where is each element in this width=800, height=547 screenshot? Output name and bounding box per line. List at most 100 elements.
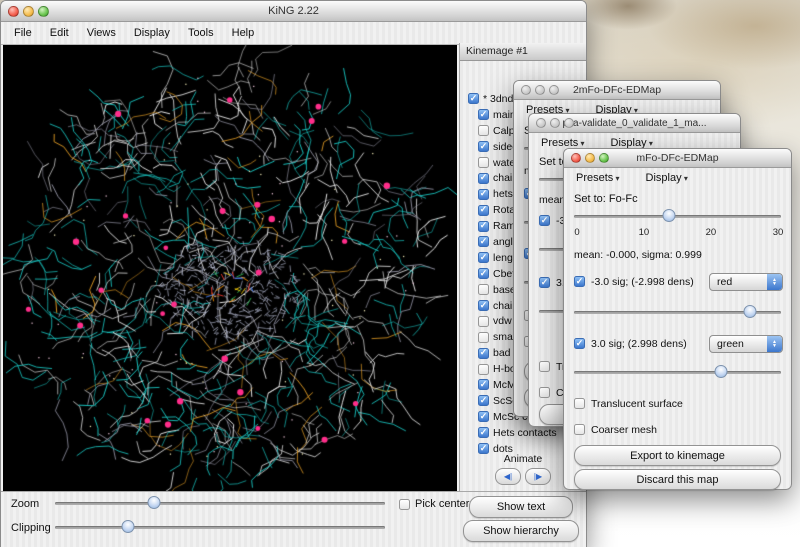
window-title: mFo-DFc-EDMap <box>636 152 718 164</box>
edmap-back-titlebar[interactable]: 2mFo-DFc-EDMap <box>514 81 720 100</box>
clipping-slider-track[interactable] <box>55 526 385 529</box>
king-titlebar[interactable]: KiNG 2.22 <box>1 1 586 22</box>
zoom-button[interactable] <box>599 153 609 163</box>
level-slider[interactable] <box>574 209 781 223</box>
minimize-button[interactable] <box>585 153 595 163</box>
sidebar-item-label: Hets contacts <box>493 427 557 439</box>
minimize-button[interactable] <box>550 118 560 128</box>
neg-color-dropdown[interactable]: red <box>709 273 783 291</box>
coarser-checkbox[interactable] <box>539 387 550 398</box>
zoom-label: Zoom <box>11 498 39 510</box>
zoom-button[interactable] <box>549 85 559 95</box>
sidebar-item-checkbox[interactable] <box>478 205 489 216</box>
sidebar-item-checkbox[interactable] <box>478 411 489 422</box>
display-menu[interactable]: Display <box>646 172 688 184</box>
translucent-checkbox[interactable] <box>574 398 585 409</box>
king-window: KiNG 2.22 File Edit Views Display Tools … <box>0 0 587 547</box>
sidebar-item-checkbox[interactable] <box>478 268 489 279</box>
window-title: pka-validate_0_validate_1_ma... <box>563 118 707 129</box>
sidebar-item-checkbox[interactable] <box>478 236 489 247</box>
sidebar-item-checkbox[interactable] <box>478 173 489 184</box>
sidebar-item-checkbox[interactable] <box>478 109 489 120</box>
close-button[interactable] <box>536 118 546 128</box>
menu-file[interactable]: File <box>5 22 41 44</box>
pos-slider-track[interactable] <box>574 371 781 374</box>
close-button[interactable] <box>8 6 19 17</box>
presets-menu[interactable]: Presets <box>576 172 620 184</box>
minimize-button[interactable] <box>535 85 545 95</box>
pos-contour-label: 3.0 sig; (2.998 dens) <box>591 338 687 350</box>
translucent-row: Translucent surface <box>574 395 783 413</box>
sidebar-item-checkbox[interactable] <box>478 141 489 152</box>
zoom-slider-thumb[interactable] <box>148 496 161 509</box>
zoom-button[interactable] <box>564 118 574 128</box>
neg-contour-label: -3.0 sig; (-2.998 dens) <box>591 276 694 288</box>
zoom-slider[interactable] <box>55 496 385 510</box>
sidebar-item-checkbox[interactable] <box>478 157 489 168</box>
minimize-button[interactable] <box>23 6 34 17</box>
pick-center-option[interactable]: Pick center <box>399 498 469 510</box>
pos-color-dropdown[interactable]: green <box>709 335 783 353</box>
sidebar-item-checkbox[interactable] <box>478 379 489 390</box>
sidebar-item-checkbox[interactable] <box>478 395 489 406</box>
animate-prev-button[interactable]: ◀| <box>495 468 521 485</box>
pos-contour-checkbox[interactable] <box>539 277 550 288</box>
sidebar-item-checkbox[interactable] <box>478 332 489 343</box>
edmap-front-titlebar[interactable]: mFo-DFc-EDMap <box>564 149 791 168</box>
animate-next-button[interactable]: |▶ <box>525 468 551 485</box>
neg-contour-row: -3.0 sig; (-2.998 dens) red <box>574 273 783 291</box>
zoom-button[interactable] <box>38 6 49 17</box>
clipping-slider-thumb[interactable] <box>121 520 134 533</box>
pos-slider-thumb[interactable] <box>714 365 727 378</box>
close-button[interactable] <box>521 85 531 95</box>
edmap-middle-titlebar[interactable]: pka-validate_0_validate_1_ma... <box>529 114 740 133</box>
pos-contour-row: 3.0 sig; (2.998 dens) green <box>574 335 783 353</box>
sidebar-item-checkbox[interactable] <box>478 221 489 232</box>
neg-slider-thumb[interactable] <box>743 305 756 318</box>
pick-center-checkbox[interactable] <box>399 499 410 510</box>
coarser-label: Coarser mesh <box>591 424 657 436</box>
zoom-slider-track[interactable] <box>55 502 385 505</box>
sidebar-item-checkbox[interactable] <box>478 427 489 438</box>
neg-contour-checkbox[interactable] <box>574 276 585 287</box>
coarser-checkbox[interactable] <box>574 424 585 435</box>
close-button[interactable] <box>571 153 581 163</box>
neg-level-slider[interactable] <box>574 305 781 319</box>
menu-edit[interactable]: Edit <box>41 22 78 44</box>
sidebar-item-checkbox[interactable] <box>478 252 489 263</box>
export-to-kinemage-button[interactable]: Export to kinemage <box>574 445 781 466</box>
sidebar-item-checkbox[interactable] <box>478 300 489 311</box>
sidebar-item-checkbox[interactable] <box>478 125 489 136</box>
discard-map-button[interactable]: Discard this map <box>574 469 781 490</box>
edmap-window-front: mFo-DFc-EDMap Presets Display Set to: Fo… <box>563 148 792 490</box>
pos-contour-checkbox[interactable] <box>574 338 585 349</box>
molecular-viewport[interactable] <box>3 45 457 491</box>
set-to-label: Set to: Fo-Fc <box>574 193 638 205</box>
menu-tools[interactable]: Tools <box>179 22 223 44</box>
sidebar-item-checkbox[interactable] <box>478 284 489 295</box>
mean-sigma-label: mean: -0.000, sigma: 0.999 <box>574 249 702 261</box>
translucent-label: Translucent surface <box>591 398 683 410</box>
sidebar-item-checkbox[interactable] <box>478 316 489 327</box>
show-text-button[interactable]: Show text <box>469 496 573 518</box>
level-slider-track[interactable] <box>574 215 781 218</box>
dropdown-arrows-icon <box>767 336 782 352</box>
translucent-checkbox[interactable] <box>539 361 550 372</box>
tick-label: 10 <box>639 227 650 238</box>
menu-views[interactable]: Views <box>78 22 125 44</box>
sidebar-item-checkbox[interactable] <box>468 93 479 104</box>
pos-color-value: green <box>717 338 744 350</box>
dropdown-arrows-icon <box>767 274 782 290</box>
menu-help[interactable]: Help <box>223 22 264 44</box>
show-hierarchy-button[interactable]: Show hierarchy <box>463 520 579 542</box>
level-slider-thumb[interactable] <box>663 209 676 222</box>
sidebar-item-checkbox[interactable] <box>478 348 489 359</box>
sidebar-item-checkbox[interactable] <box>478 364 489 375</box>
sidebar-item-checkbox[interactable] <box>478 189 489 200</box>
tick-label: 30 <box>773 227 784 238</box>
menu-display[interactable]: Display <box>125 22 179 44</box>
window-controls <box>8 1 49 21</box>
neg-contour-checkbox[interactable] <box>539 215 550 226</box>
clipping-slider[interactable] <box>55 520 385 534</box>
pos-level-slider[interactable] <box>574 365 781 379</box>
